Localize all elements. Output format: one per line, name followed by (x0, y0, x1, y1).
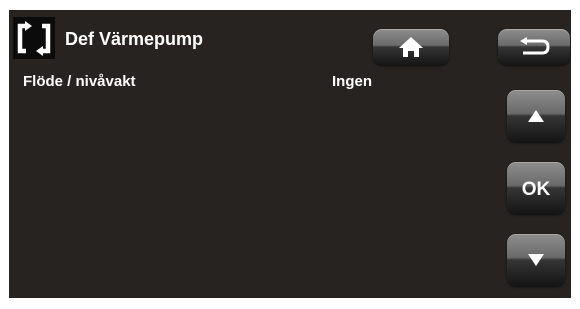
page-title: Def Värmepump (65, 29, 204, 49)
scroll-down-button[interactable] (507, 234, 565, 286)
ok-button[interactable]: OK (507, 162, 565, 214)
back-arrow-icon (517, 37, 551, 57)
back-button[interactable] (498, 29, 570, 65)
home-button[interactable] (373, 29, 449, 65)
down-triangle-icon (526, 252, 546, 268)
home-icon (398, 36, 424, 58)
setting-value-flow-level-switch[interactable]: Ingen (332, 73, 372, 90)
setting-label-flow-level-switch[interactable]: Flöde / nivåvakt (23, 73, 136, 90)
refresh-arrows-icon (13, 17, 55, 59)
up-triangle-icon (526, 108, 546, 124)
display-screen: Def Värmepump Flöde / nivåvakt Ingen OK (9, 10, 571, 298)
scroll-up-button[interactable] (507, 90, 565, 142)
ok-button-label: OK (521, 179, 551, 200)
